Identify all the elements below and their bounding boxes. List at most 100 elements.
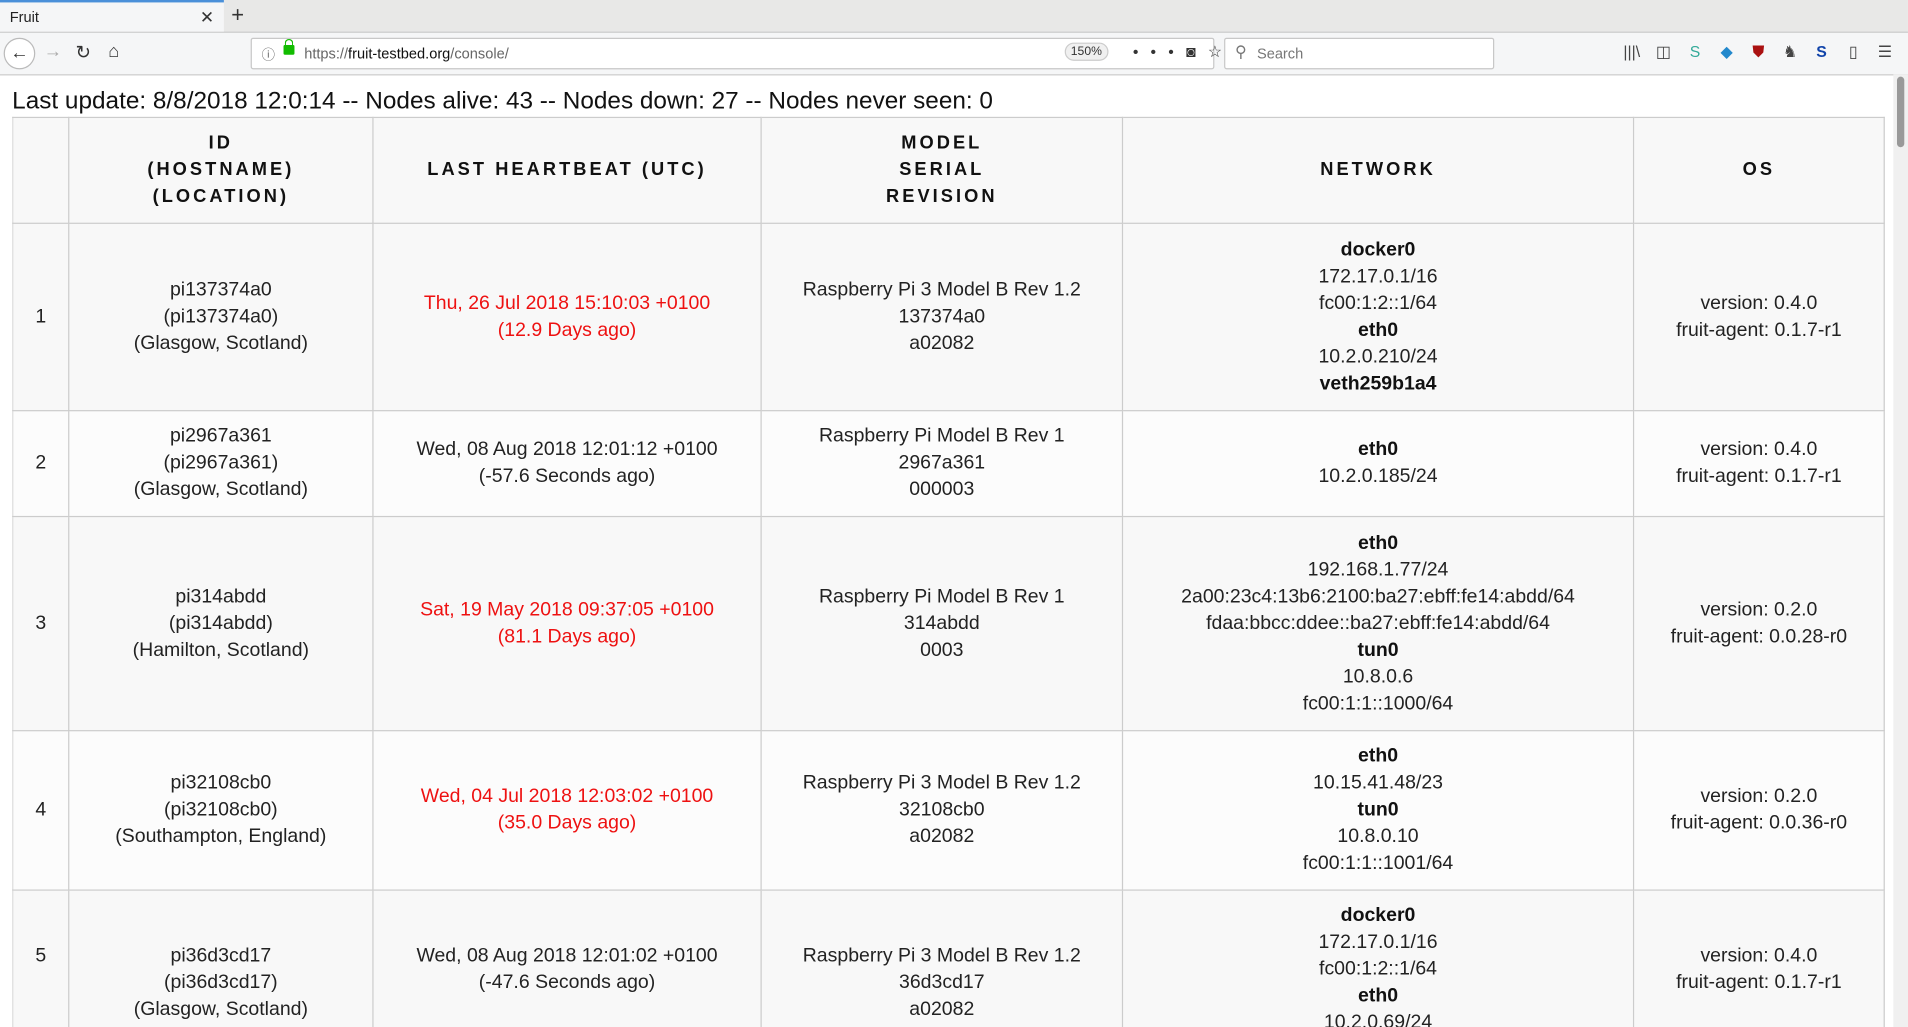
column-header: LAST HEARTBEAT (UTC) <box>372 116 762 224</box>
heartbeat-cell: Wed, 08 Aug 2018 12:01:02 +0100 (-47.6 Se… <box>372 889 762 1027</box>
interface-name: veth259b1a4 <box>1319 372 1437 394</box>
search-input[interactable]: ⚲ Search <box>1224 37 1495 70</box>
node-index: 3 <box>35 612 47 634</box>
interface-address: 10.2.0.210/24 <box>1318 346 1438 367</box>
nodes-table: ID (HOSTNAME) (LOCATION) LAST HEARTBEAT (… <box>12 116 1885 1027</box>
network-cell: eth0 10.2.0.185/24 <box>1121 410 1635 518</box>
interface-address: 10.2.0.185/24 <box>1318 466 1438 487</box>
column-header: ID (HOSTNAME) (LOCATION) <box>68 116 374 224</box>
reader-icon[interactable]: ▯ <box>1837 43 1869 62</box>
node-location: (Glasgow, Scotland) <box>133 332 308 354</box>
node-revision: a02082 <box>909 332 975 354</box>
node-id: pi36d3cd17 <box>170 945 272 967</box>
interface-address: 172.17.0.1/16 <box>1318 932 1438 953</box>
menu-icon[interactable]: ☰ <box>1869 43 1901 62</box>
node-id: pi32108cb0 <box>170 772 272 794</box>
heartbeat-ago: (35.0 Days ago) <box>497 812 637 834</box>
node-location: (Southampton, England) <box>115 826 327 847</box>
node-index: 1 <box>35 306 47 327</box>
reload-icon[interactable]: ↻ <box>75 41 90 64</box>
extension-s-icon[interactable]: S <box>1679 43 1711 61</box>
interface-address: fdaa:bbcc:ddee::ba27:ebff:fe14:abdd/64 <box>1206 612 1550 634</box>
url-path: /console/ <box>450 45 509 63</box>
sidebar-icon[interactable]: ◫ <box>1648 43 1680 62</box>
node-serial: 32108cb0 <box>899 799 985 821</box>
library-icon[interactable]: |||\ <box>1616 43 1648 61</box>
node-id: pi137374a0 <box>169 279 272 300</box>
interface-name: eth0 <box>1358 319 1399 341</box>
pocket-icon[interactable]: ◙ <box>1186 43 1208 61</box>
url-prefix: https:// <box>304 45 349 63</box>
back-icon[interactable]: ← <box>3 37 36 70</box>
node-id: pi2967a361 <box>169 425 272 447</box>
interface-address: 172.17.0.1/16 <box>1318 265 1438 287</box>
url-bar[interactable]: ⓘ https://fruit-testbed.org/console/ 150… <box>250 37 1222 70</box>
browser-window: Fruit ✕ + ← → ↻ ⌂ ⓘ https://fruit-testbe… <box>0 0 1908 1027</box>
node-serial: 314abdd <box>903 612 980 634</box>
node-index: 2 <box>35 452 47 474</box>
interface-name: tun0 <box>1357 799 1399 821</box>
os-version: version: 0.4.0 <box>1700 945 1818 967</box>
column-header <box>12 116 70 224</box>
interface-address: fc00:1:2::1/64 <box>1319 292 1438 314</box>
model-cell: Raspberry Pi Model B Rev 1 314abdd 0003 <box>760 515 1124 732</box>
node-hostname: (pi314abdd) <box>168 612 273 634</box>
tab-title: Fruit <box>9 8 39 26</box>
close-tab-icon[interactable]: ✕ <box>200 7 214 28</box>
node-model: Raspberry Pi Model B Rev 1 <box>818 425 1065 447</box>
interface-name: eth0 <box>1358 745 1399 767</box>
model-cell: Raspberry Pi 3 Model B Rev 1.2 137374a0 a0… <box>760 222 1124 412</box>
model-cell: Raspberry Pi 3 Model B Rev 1.2 36d3cd17 a0… <box>760 889 1124 1027</box>
forward-icon[interactable]: → <box>44 41 62 62</box>
interface-address: fc00:1:1::1000/64 <box>1302 692 1454 714</box>
extension-diamond-icon[interactable]: ◆ <box>1711 43 1743 62</box>
interface-name: tun0 <box>1357 639 1399 661</box>
info-icon[interactable]: ⓘ <box>262 45 275 64</box>
heartbeat-ago: (-47.6 Seconds ago) <box>478 972 656 993</box>
fruit-agent-version: fruit-agent: 0.1.7-r1 <box>1676 319 1842 341</box>
node-location: (Hamilton, Scotland) <box>132 639 310 661</box>
interface-address: fc00:1:2::1/64 <box>1319 958 1438 980</box>
row-number: 1 <box>12 222 70 412</box>
scrollbar-thumb[interactable] <box>1896 76 1905 148</box>
table-row[interactable]: 2 pi2967a361 (pi2967a361) (Glasgow, Scotlan… <box>12 410 1885 518</box>
search-icon: ⚲ <box>1235 42 1247 61</box>
interface-address: fc00:1:1::1001/64 <box>1302 852 1454 874</box>
id-cell: pi137374a0 (pi137374a0) (Glasgow, Scotland… <box>68 222 374 412</box>
interface-address: 10.8.0.10 <box>1337 826 1419 847</box>
table-row[interactable]: 3 pi314abdd (pi314abdd) (Hamilton, Scotland… <box>12 515 1885 732</box>
interface-name: eth0 <box>1358 985 1399 1007</box>
node-hostname: (pi137374a0) <box>163 306 279 327</box>
home-icon[interactable]: ⌂ <box>108 41 119 62</box>
extension-person-icon[interactable]: ♞ <box>1774 43 1806 62</box>
extension-s2-icon[interactable]: S <box>1806 43 1838 61</box>
zoom-level[interactable]: 150% <box>1064 42 1108 61</box>
node-index: 5 <box>35 945 47 967</box>
new-tab-icon[interactable]: + <box>231 2 244 28</box>
status-line: Last update: 8/8/2018 12:0:14 -- Nodes a… <box>12 87 993 115</box>
os-cell: version: 0.2.0 fruit-agent: 0.0.28-r0 <box>1632 515 1885 732</box>
heartbeat-cell: Sat, 19 May 2018 09:37:05 +0100 (81.1 Day… <box>372 515 762 732</box>
heartbeat-ago: (81.1 Days ago) <box>497 626 637 647</box>
lock-icon <box>283 38 295 55</box>
node-revision: a02082 <box>909 826 975 847</box>
heartbeat-time: Sat, 19 May 2018 09:37:05 +0100 <box>420 599 714 620</box>
tab-fruit[interactable]: Fruit ✕ <box>0 0 224 32</box>
os-cell: version: 0.4.0 fruit-agent: 0.1.7-r1 <box>1632 410 1885 518</box>
interface-name: docker0 <box>1340 239 1416 260</box>
table-row[interactable]: 5 pi36d3cd17 (pi36d3cd17) (Glasgow, Scotlan… <box>12 889 1885 1027</box>
column-header: MODEL SERIAL REVISION <box>760 116 1124 224</box>
row-number: 2 <box>12 410 70 518</box>
scrollbar[interactable] <box>1893 74 1908 1027</box>
interface-address: 10.2.0.69/24 <box>1323 1012 1433 1027</box>
node-model: Raspberry Pi Model B Rev 1 <box>818 585 1065 607</box>
os-cell: version: 0.4.0 fruit-agent: 0.1.7-r1 <box>1632 222 1885 412</box>
fruit-agent-version: fruit-agent: 0.0.36-r0 <box>1670 812 1848 834</box>
table-row[interactable]: 1 pi137374a0 (pi137374a0) (Glasgow, Scotlan… <box>12 222 1885 412</box>
heartbeat-cell: Wed, 04 Jul 2018 12:03:02 +0100 (35.0 Day… <box>372 730 762 891</box>
table-row[interactable]: 4 pi32108cb0 (pi32108cb0) (Southampton, Eng… <box>12 730 1885 891</box>
more-icon[interactable]: ••• <box>1133 43 1186 61</box>
column-header: NETWORK <box>1121 116 1635 224</box>
ublock-icon[interactable]: ⛊ <box>1742 43 1774 62</box>
heartbeat-time: Wed, 08 Aug 2018 12:01:02 +0100 <box>416 945 718 967</box>
